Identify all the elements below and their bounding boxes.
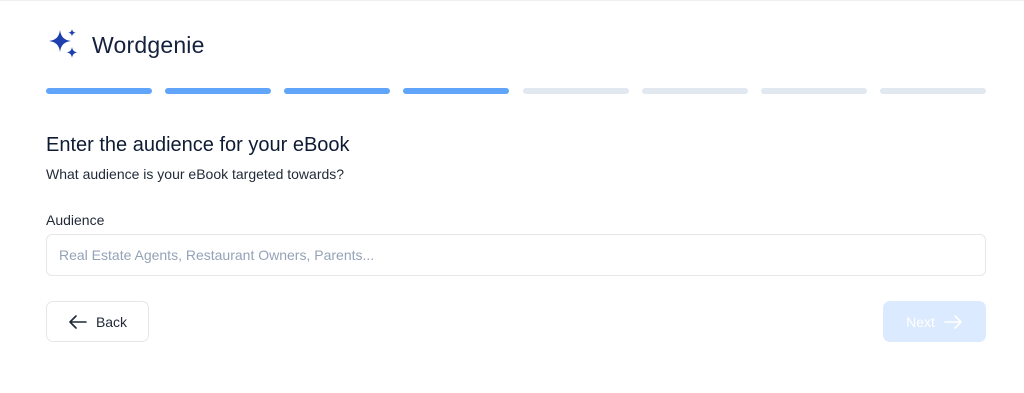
audience-label: Audience [46, 212, 105, 228]
progress-step [284, 88, 391, 94]
arrow-right-icon [943, 314, 963, 330]
wizard-progress [46, 88, 986, 94]
progress-step [522, 88, 629, 94]
audience-input[interactable] [46, 234, 986, 276]
back-button[interactable]: Back [46, 301, 149, 342]
page-title: Enter the audience for your eBook [46, 134, 350, 156]
progress-step [641, 88, 748, 94]
next-button[interactable]: Next [883, 301, 986, 342]
brand-header: Wordgenie [46, 29, 205, 61]
ebook-wizard-page: Wordgenie Enter the audience for your eB… [0, 0, 1024, 393]
next-button-label: Next [906, 313, 935, 330]
brand-name: Wordgenie [92, 31, 205, 58]
progress-step [165, 88, 272, 94]
sparkles-icon [46, 28, 80, 62]
arrow-left-icon [68, 314, 88, 330]
back-button-label: Back [95, 313, 128, 330]
progress-step [879, 88, 986, 94]
page-subtitle: What audience is your eBook targeted tow… [46, 166, 345, 182]
progress-step [403, 88, 510, 94]
progress-step [760, 88, 867, 94]
progress-step [46, 88, 152, 94]
